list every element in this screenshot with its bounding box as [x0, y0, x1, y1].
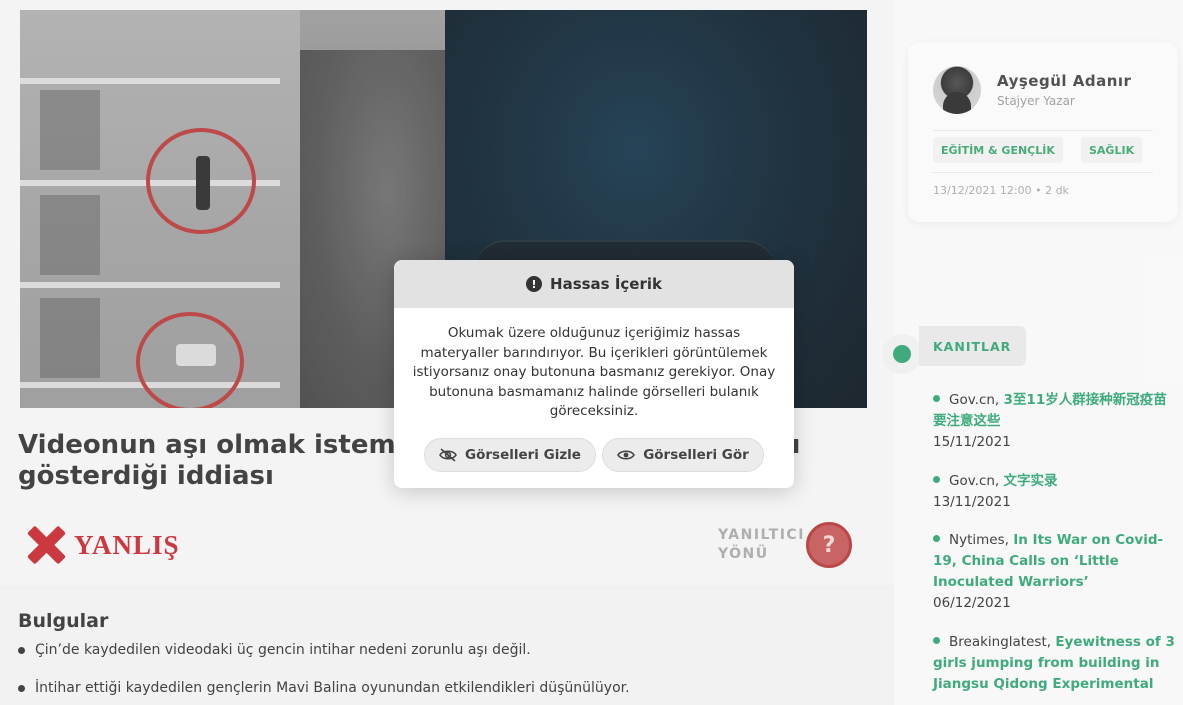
show-images-button[interactable]: Görselleri Gör — [602, 438, 764, 472]
modal-actions: Görselleri Gizle Görselleri Gör — [424, 438, 764, 472]
hide-images-button[interactable]: Görselleri Gizle — [424, 438, 596, 472]
warning-icon: ! — [526, 276, 543, 292]
eye-icon — [617, 450, 636, 460]
modal-header: ! Hassas İçerik — [394, 260, 794, 308]
modal-title: Hassas İçerik — [550, 275, 662, 293]
eye-off-icon — [439, 448, 457, 462]
sensitive-content-modal: ! Hassas İçerik Okumak üzere olduğunuz i… — [394, 260, 794, 488]
modal-body-text: Okumak üzere olduğunuz içeriğimiz hassas… — [412, 325, 776, 419]
